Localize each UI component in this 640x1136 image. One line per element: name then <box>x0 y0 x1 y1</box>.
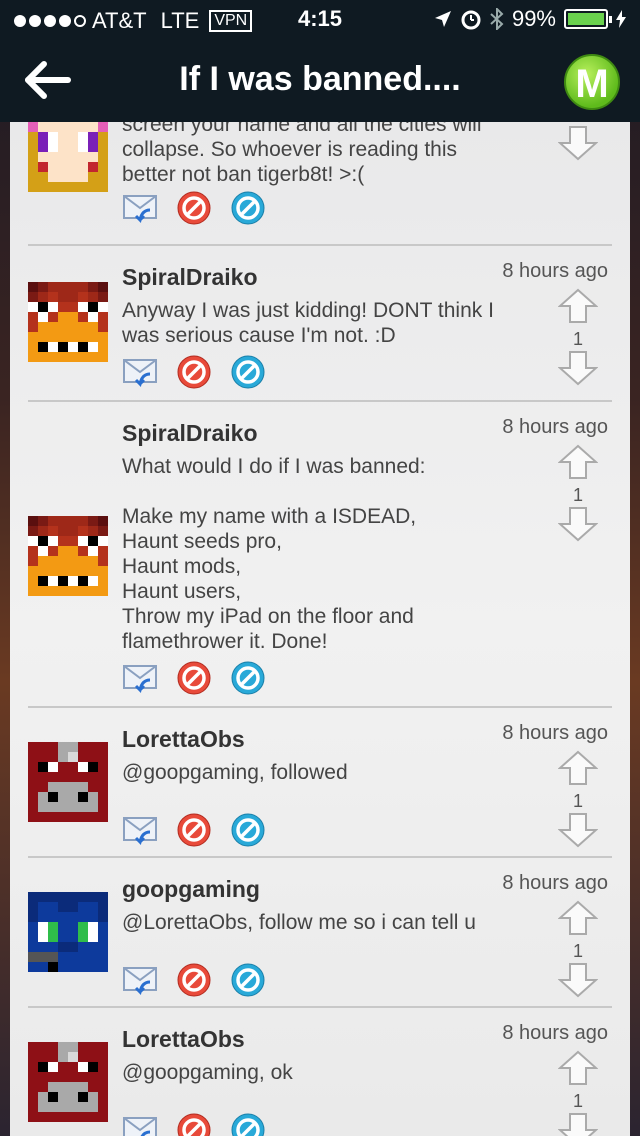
downvote-button[interactable] <box>557 962 599 1003</box>
app-logo-button[interactable]: M <box>564 54 620 110</box>
comment-author[interactable]: goopgaming <box>122 876 260 903</box>
battery-percent: 99% <box>511 6 556 31</box>
block-icon[interactable] <box>230 812 266 853</box>
report-icon[interactable] <box>176 1112 212 1136</box>
upvote-button[interactable] <box>557 444 599 485</box>
comment-author[interactable]: SpiralDraiko <box>122 264 258 291</box>
upvote-button[interactable] <box>557 1050 599 1091</box>
vote-count: 1 <box>572 329 583 349</box>
comment-text: Anyway I was just kidding! DONT think I … <box>122 299 494 347</box>
vote-control: 1 <box>557 444 599 547</box>
upvote-button[interactable] <box>557 750 599 791</box>
reply-mail-icon[interactable] <box>122 354 158 395</box>
comment-feed[interactable]: screen your name and all the cities will… <box>10 122 630 1136</box>
back-arrow-icon <box>25 61 71 99</box>
comment-timestamp: 8 hours ago <box>502 722 608 744</box>
status-right: 99% <box>434 6 626 32</box>
comment-author[interactable]: LorettaObs <box>122 1026 245 1053</box>
block-icon[interactable] <box>230 354 266 395</box>
downvote-button[interactable] <box>557 506 599 547</box>
back-button[interactable] <box>22 60 72 100</box>
comment-author[interactable]: SpiralDraiko <box>122 420 258 447</box>
vote-control: 1 <box>557 900 599 1003</box>
user-avatar[interactable] <box>28 1042 108 1122</box>
user-avatar[interactable] <box>28 282 108 362</box>
battery-icon <box>564 9 612 29</box>
comment-item: LorettaObs 8 hours ago @goopgaming, follow… <box>28 708 612 858</box>
comment-text: What would I do if I was banned: Make my… <box>122 455 426 653</box>
comment-text: @LorettaObs, follow me so i can tell u <box>122 911 476 934</box>
alarm-icon <box>461 10 481 30</box>
downvote-button[interactable] <box>557 1112 599 1136</box>
user-avatar[interactable] <box>28 516 108 596</box>
block-icon[interactable] <box>230 962 266 1003</box>
block-icon[interactable] <box>230 190 266 231</box>
comment-item: SpiralDraiko 8 hours ago What would I do i… <box>28 402 612 708</box>
downvote-button[interactable] <box>557 350 599 391</box>
top-bar: AT&T LTE VPN 4:15 99% If I was banned...… <box>0 0 640 122</box>
vote-count: 1 <box>572 1091 583 1111</box>
reply-mail-icon[interactable] <box>122 812 158 853</box>
user-avatar[interactable] <box>28 892 108 972</box>
comment-actions <box>122 1112 266 1136</box>
report-icon[interactable] <box>176 190 212 231</box>
user-avatar[interactable] <box>28 742 108 822</box>
reply-mail-icon[interactable] <box>122 962 158 1003</box>
upvote-button[interactable] <box>557 900 599 941</box>
vote-count: 1 <box>572 791 583 811</box>
user-avatar[interactable] <box>28 122 108 192</box>
report-icon[interactable] <box>176 660 212 701</box>
vote-control: 1 <box>557 122 599 166</box>
vote-control: 1 <box>557 1050 599 1136</box>
block-icon[interactable] <box>230 1112 266 1136</box>
comment-timestamp: 8 hours ago <box>502 872 608 894</box>
comment-actions <box>122 660 266 701</box>
nav-bar: If I was banned.... M <box>0 40 640 122</box>
vote-count: 1 <box>572 941 583 961</box>
vote-control: 1 <box>557 750 599 853</box>
vote-control: 1 <box>557 288 599 391</box>
status-bar: AT&T LTE VPN 4:15 99% <box>0 0 640 40</box>
comment-actions <box>122 962 266 1003</box>
bluetooth-icon <box>490 8 504 30</box>
comment-text: @goopgaming, followed <box>122 761 348 784</box>
comment-actions <box>122 812 266 853</box>
comment-actions <box>122 190 266 231</box>
downvote-button[interactable] <box>557 125 599 166</box>
report-icon[interactable] <box>176 812 212 853</box>
comment-timestamp: 8 hours ago <box>502 416 608 438</box>
comment-item: LorettaObs 8 hours ago @goopgaming, ok 1 <box>28 1008 612 1136</box>
comment-timestamp: 8 hours ago <box>502 260 608 282</box>
comment-author[interactable]: LorettaObs <box>122 726 245 753</box>
comment-actions <box>122 354 266 395</box>
page-title: If I was banned.... <box>179 60 461 98</box>
report-icon[interactable] <box>176 354 212 395</box>
upvote-button[interactable] <box>557 288 599 329</box>
reply-mail-icon[interactable] <box>122 660 158 701</box>
reply-mail-icon[interactable] <box>122 1112 158 1136</box>
report-icon[interactable] <box>176 962 212 1003</box>
comment-item: goopgaming 8 hours ago @LorettaObs, follow… <box>28 858 612 1008</box>
charging-icon <box>616 10 626 28</box>
comment-text: screen your name and all the cities will… <box>122 122 482 186</box>
comment-timestamp: 8 hours ago <box>502 1022 608 1044</box>
comment-item: SpiralDraiko 8 hours ago Anyway I was just… <box>28 246 612 402</box>
comment-text: @goopgaming, ok <box>122 1061 293 1084</box>
location-icon <box>434 11 451 27</box>
downvote-button[interactable] <box>557 812 599 853</box>
block-icon[interactable] <box>230 660 266 701</box>
vote-count: 1 <box>572 485 583 505</box>
reply-mail-icon[interactable] <box>122 190 158 231</box>
comment-item: screen your name and all the cities will… <box>28 122 612 246</box>
